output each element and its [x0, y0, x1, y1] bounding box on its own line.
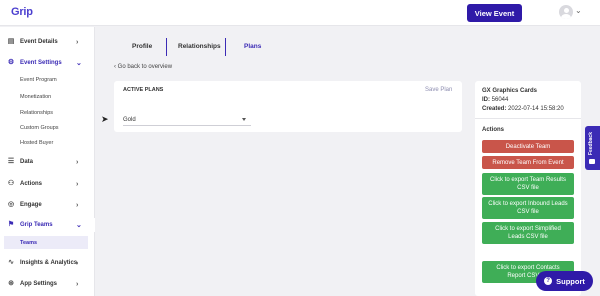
tab-plans[interactable]: Plans [244, 43, 261, 50]
sidebar-item-event-details[interactable]: ▤ Event Details › [0, 35, 95, 49]
chart-icon: ∿ [8, 259, 14, 266]
users-icon: ⚇ [7, 180, 15, 187]
sidebar-subitem-monetization[interactable]: Monetization [20, 94, 51, 100]
teams-icon: ⚑ [7, 221, 15, 228]
chevron-right-icon: › [76, 158, 79, 166]
feedback-label: Feedback [588, 132, 594, 156]
dropdown-arrow-icon [242, 118, 246, 121]
engage-icon: ◎ [7, 201, 15, 208]
sidebar-item-insights[interactable]: ∿ Insights & Analytics › [0, 256, 95, 270]
sidebar-subitem-relationships[interactable]: Relationships [20, 110, 53, 116]
save-plan-button[interactable]: Save Plan [425, 87, 452, 93]
sidebar-subitem-hosted-buyer[interactable]: Hosted Buyer [20, 140, 53, 146]
sidebar-item-engage[interactable]: ◎ Engage › [0, 198, 95, 212]
plan-select[interactable]: Gold [123, 115, 251, 126]
chevron-right-icon: › [76, 201, 79, 209]
chevron-down-icon: ⌄ [76, 60, 82, 67]
sidebar-subitem-event-program[interactable]: Event Program [20, 77, 57, 83]
sidebar-item-label: Engage [20, 202, 42, 208]
sidebar-item-data[interactable]: ☰ Data › [0, 155, 95, 169]
plan-select-value: Gold [123, 117, 136, 123]
active-plans-card: ACTIVE PLANS Save Plan Gold [114, 81, 462, 132]
team-created: Created: 2022-07-14 15:58:20 [482, 106, 564, 112]
calendar-icon: ▤ [7, 38, 15, 45]
divider [475, 118, 581, 119]
chevron-down-icon: ⌄ [76, 222, 82, 229]
chevron-right-icon: › [76, 38, 79, 46]
export-inbound-leads-button[interactable]: Click to export Inbound Leads CSV file [482, 197, 574, 219]
support-label: Support [556, 276, 585, 286]
view-event-button[interactable]: View Event [467, 4, 522, 22]
tab-divider [225, 38, 226, 56]
sidebar-subitem-custom-groups[interactable]: Custom Groups [20, 125, 59, 131]
chevron-down-icon[interactable]: ⌄ [575, 6, 582, 15]
sidebar-item-grip-teams[interactable]: ⚑ Grip Teams ⌄ [0, 218, 95, 232]
tab-relationships[interactable]: Relationships [178, 43, 221, 50]
back-link[interactable]: ‹ Go back to overview [114, 64, 172, 70]
app-icon: ⊛ [8, 280, 14, 287]
chevron-right-icon: › [76, 259, 79, 267]
export-simplified-leads-button[interactable]: Click to export Simplified Leads CSV fil… [482, 222, 574, 244]
tab-profile[interactable]: Profile [132, 43, 152, 50]
sidebar-item-label: Actions [20, 181, 43, 187]
team-name: GX Graphics Cards [482, 88, 538, 94]
mouse-cursor-icon: ➤ [101, 114, 109, 124]
sidebar-item-label: App Settings [20, 281, 57, 287]
sidebar-subitem-teams[interactable]: Teams [4, 236, 88, 249]
export-team-results-button[interactable]: Click to export Team Results CSV file [482, 173, 574, 195]
message-icon [589, 159, 595, 164]
avatar[interactable] [559, 5, 573, 19]
sidebar-item-event-settings[interactable]: ⚙ Event Settings ⌄ [0, 56, 95, 70]
feedback-tab[interactable]: Feedback [585, 126, 600, 170]
team-info-card: GX Graphics Cards ID: 56044 Created: 202… [475, 81, 581, 296]
chevron-right-icon: › [76, 280, 79, 288]
sidebar-item-label: Event Details [20, 39, 58, 45]
deactivate-team-button[interactable]: Deactivate Team [482, 140, 574, 153]
remove-team-button[interactable]: Remove Team From Event [482, 156, 574, 169]
sidebar-item-label: Grip Teams [20, 222, 53, 228]
help-icon: ? [544, 277, 553, 285]
sidebar-item-label: Insights & Analytics [20, 260, 78, 266]
chevron-right-icon: › [76, 180, 79, 188]
grip-logo[interactable]: Grip [11, 6, 33, 18]
actions-title: Actions [482, 127, 505, 133]
sidebar-item-app-settings[interactable]: ⊛ App Settings › [0, 277, 95, 291]
sidebar: ▤ Event Details › ⚙ Event Settings ⌄ Eve… [0, 27, 95, 296]
list-icon: ☰ [7, 158, 15, 165]
team-id: ID: 56044 [482, 97, 509, 103]
active-plans-title: ACTIVE PLANS [123, 87, 164, 93]
back-link-label: Go back to overview [117, 64, 173, 70]
gear-icon: ⚙ [7, 59, 15, 66]
support-button[interactable]: ? Support [536, 271, 593, 291]
sidebar-item-label: Event Settings [20, 60, 62, 66]
tab-divider [166, 38, 167, 56]
sidebar-item-actions[interactable]: ⚇ Actions › [0, 177, 95, 191]
sidebar-item-label: Data [20, 159, 34, 165]
top-bar: Grip View Event ⌄ [0, 0, 600, 26]
